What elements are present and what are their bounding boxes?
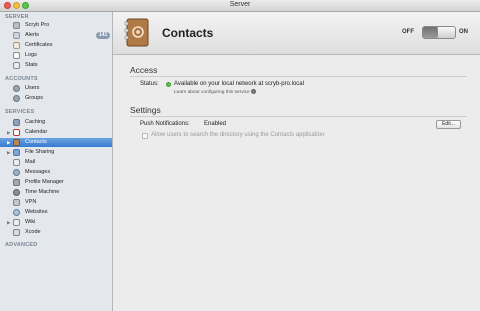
learn-more-link[interactable]: Learn about configuring this service › — [174, 89, 256, 95]
sidebar-item-label: Profile Manager — [25, 179, 64, 185]
edit-button[interactable]: Edit... — [436, 120, 461, 129]
sidebar-item-contacts[interactable]: ▶ Contacts — [0, 138, 112, 147]
logs-icon — [13, 52, 20, 59]
sidebar-item-label: Users — [25, 85, 40, 91]
allow-search-label: Allow users to search the directory usin… — [151, 132, 325, 138]
sidebar-item-label: Time Machine — [25, 189, 60, 195]
disclosure-triangle-icon[interactable]: ▶ — [7, 150, 10, 156]
main-content: Access Status: Available on your local n… — [113, 55, 480, 311]
xcode-icon — [13, 229, 20, 236]
toggle-track — [423, 27, 437, 38]
title-bar: Server — [0, 0, 480, 12]
sidebar-item-scryb-pro[interactable]: Scryb Pro — [0, 21, 112, 30]
sidebar-item-label: Scryb Pro — [25, 22, 50, 28]
section-server: SERVER — [5, 14, 29, 20]
sidebar-item-label: Groups — [25, 95, 44, 101]
disclosure-triangle-icon[interactable]: ▶ — [7, 140, 10, 146]
section-accounts: ACCOUNTS — [5, 76, 38, 82]
access-section-title: Access — [130, 65, 158, 75]
sidebar-item-file-sharing[interactable]: ▶ File Sharing — [0, 148, 112, 157]
page-title: Contacts — [162, 26, 214, 40]
contacts-app-icon — [124, 18, 149, 47]
sidebar-item-label: Mail — [25, 159, 36, 165]
time-machine-icon — [13, 189, 20, 196]
mail-icon — [13, 159, 20, 166]
toggle-off-label: OFF — [402, 29, 414, 35]
divider — [130, 116, 467, 117]
sidebar-item-xcode[interactable]: Xcode — [0, 228, 112, 237]
caching-icon — [13, 119, 20, 126]
service-toggle[interactable] — [422, 26, 456, 39]
stats-icon — [13, 62, 20, 69]
sidebar-item-caching[interactable]: Caching — [0, 118, 112, 127]
sidebar-item-label: Xcode — [25, 229, 41, 235]
sidebar-item-alerts[interactable]: Alerts 141 — [0, 31, 112, 40]
section-services: SERVICES — [5, 109, 35, 115]
file-sharing-icon — [13, 149, 20, 156]
arrow-circle-icon: › — [250, 89, 256, 94]
websites-icon — [13, 209, 20, 216]
section-advanced[interactable]: ADVANCED — [5, 242, 37, 248]
sidebar-item-wiki[interactable]: ▶ Wiki — [0, 218, 112, 227]
sidebar-item-label: Caching — [25, 119, 46, 125]
sidebar-item-label: Certificates — [25, 42, 53, 48]
sidebar-item-logs[interactable]: Logs — [0, 51, 112, 60]
alerts-icon — [13, 32, 20, 39]
sidebar-item-vpn[interactable]: VPN — [0, 198, 112, 207]
sidebar-item-label: Alerts — [25, 32, 40, 38]
certificate-icon — [13, 42, 20, 49]
calendar-icon — [13, 129, 20, 136]
sidebar-item-label: Contacts — [25, 139, 47, 145]
sidebar-item-profile-manager[interactable]: Profile Manager — [0, 178, 112, 187]
sidebar-item-label: File Sharing — [25, 149, 55, 155]
status-label: Status: — [140, 81, 159, 87]
contacts-icon — [13, 139, 20, 146]
wiki-icon — [13, 219, 20, 226]
sidebar-item-label: Calendar — [25, 129, 48, 135]
divider — [130, 76, 467, 77]
server-window: Server SERVER Scryb Pro Alerts 141 Certi… — [0, 0, 480, 311]
learn-more-label: Learn about configuring this service — [174, 89, 250, 95]
settings-section-title: Settings — [130, 105, 161, 115]
window-title: Server — [229, 1, 251, 8]
sidebar-item-label: VPN — [25, 199, 37, 205]
groups-icon — [13, 95, 20, 102]
vpn-icon — [13, 199, 20, 206]
sidebar: SERVER Scryb Pro Alerts 141 Certificates… — [0, 12, 113, 311]
sidebar-item-users[interactable]: Users — [0, 84, 112, 93]
user-icon — [13, 85, 20, 92]
allow-search-checkbox[interactable] — [142, 133, 148, 139]
toggle-on-label: ON — [459, 29, 468, 35]
service-header: Contacts OFF ON — [113, 12, 480, 55]
messages-icon — [13, 169, 20, 176]
push-notifications-label: Push Notifications: — [140, 121, 190, 127]
sidebar-item-groups[interactable]: Groups — [0, 94, 112, 103]
server-icon — [13, 22, 20, 29]
sidebar-item-messages[interactable]: Messages — [0, 168, 112, 177]
sidebar-item-certificates[interactable]: Certificates — [0, 41, 112, 50]
sidebar-item-label: Wiki — [25, 219, 36, 225]
sidebar-item-stats[interactable]: Stats — [0, 61, 112, 70]
sidebar-item-label: Logs — [25, 52, 37, 58]
alerts-badge: 141 — [96, 32, 111, 39]
status-indicator-icon — [166, 82, 171, 87]
status-text: Available on your local network at scryb… — [174, 81, 304, 87]
profile-manager-icon — [13, 179, 20, 186]
disclosure-triangle-icon[interactable]: ▶ — [7, 220, 10, 226]
sidebar-item-label: Messages — [25, 169, 51, 175]
disclosure-triangle-icon[interactable]: ▶ — [7, 130, 10, 136]
sidebar-item-label: Stats — [25, 62, 38, 68]
sidebar-item-time-machine[interactable]: Time Machine — [0, 188, 112, 197]
sidebar-item-label: Websites — [25, 209, 48, 215]
sidebar-item-calendar[interactable]: ▶ Calendar — [0, 128, 112, 137]
sidebar-item-mail[interactable]: Mail — [0, 158, 112, 167]
sidebar-item-websites[interactable]: Websites — [0, 208, 112, 217]
toggle-knob[interactable] — [437, 27, 455, 38]
push-notifications-value: Enabled — [204, 121, 227, 127]
